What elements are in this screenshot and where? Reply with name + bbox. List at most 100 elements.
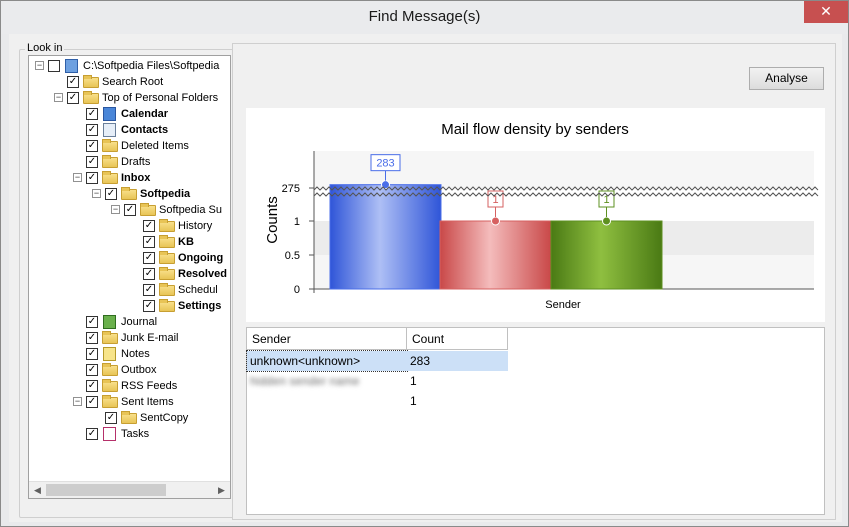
tree-item[interactable]: − ✓ Softpedia xyxy=(29,186,230,202)
title-bar: Find Message(s) ✕ xyxy=(1,1,848,34)
tree-item-checkbox[interactable]: ✓ xyxy=(67,92,79,104)
count-cell[interactable]: 283 xyxy=(407,351,508,371)
tree-item-checkbox[interactable]: ✓ xyxy=(143,268,155,280)
tree-item[interactable]: ✓ Tasks xyxy=(29,426,230,442)
scroll-right-icon[interactable]: ▶ xyxy=(213,482,230,498)
tree-item-checkbox[interactable]: ✓ xyxy=(143,252,155,264)
tree-item-label: Tasks xyxy=(121,428,150,440)
folder-tree[interactable]: ✓ Tasks ✓ SentCopy − ✓ Sent Items ✓ RSS Feeds ✓ Ou… xyxy=(28,55,231,499)
y-tick-label: 0 xyxy=(294,284,300,296)
tree-item-checkbox[interactable]: ✓ xyxy=(86,428,98,440)
tree-item[interactable]: − ✓ Sent Items xyxy=(29,394,230,410)
tree-item-checkbox[interactable]: ✓ xyxy=(143,236,155,248)
folder-icon xyxy=(159,283,175,296)
tree-item[interactable]: − C:\Softpedia Files\Softpedia xyxy=(29,58,230,74)
tree-item-checkbox[interactable]: ✓ xyxy=(86,396,98,408)
bar-point xyxy=(491,216,500,226)
tree-item[interactable]: ✓ Outbox xyxy=(29,362,230,378)
sender-cell[interactable] xyxy=(247,391,407,411)
tree-item[interactable]: ✓ Journal xyxy=(29,314,230,330)
tree-item-checkbox[interactable]: ✓ xyxy=(124,204,136,216)
tree-item[interactable]: ✓ Contacts xyxy=(29,122,230,138)
analyse-button[interactable]: Analyse xyxy=(749,67,824,90)
close-button[interactable]: ✕ xyxy=(804,1,848,23)
tree-item[interactable]: − ✓ Softpedia Su xyxy=(29,202,230,218)
table-row[interactable]: hidden sender name 1 xyxy=(247,371,508,391)
tree-item-label: Notes xyxy=(121,348,150,360)
tree-item[interactable]: ✓ Settings xyxy=(29,298,230,314)
tree-item-label: Top of Personal Folders xyxy=(102,92,219,104)
folder-icon xyxy=(102,139,118,152)
tree-item[interactable]: ✓ Deleted Items xyxy=(29,138,230,154)
tree-item[interactable]: − ✓ Inbox xyxy=(29,170,230,186)
chart-bar[interactable] xyxy=(550,220,663,290)
results-grid: Sender Count unknown<unknown> 283 hidden s… xyxy=(246,327,825,515)
tree-item-checkbox[interactable] xyxy=(48,60,60,72)
tree-item-label: Inbox xyxy=(121,172,151,184)
tree-item[interactable]: ✓ Search Root xyxy=(29,74,230,90)
folder-icon xyxy=(102,395,118,408)
table-row[interactable]: unknown<unknown> 283 xyxy=(246,350,508,372)
tree-item[interactable]: ✓ Notes xyxy=(29,346,230,362)
chart-bar[interactable] xyxy=(329,184,442,290)
tree-horizontal-scrollbar[interactable]: ◀ ▶ xyxy=(29,481,230,498)
tree-item-label: Junk E-mail xyxy=(121,332,179,344)
folder-icon xyxy=(102,171,118,184)
tree-item[interactable]: − ✓ Top of Personal Folders xyxy=(29,90,230,106)
collapse-icon[interactable]: − xyxy=(54,93,63,102)
tree-item[interactable]: ✓ Calendar xyxy=(29,106,230,122)
tree-item-checkbox[interactable]: ✓ xyxy=(86,316,98,328)
tree-item-checkbox[interactable]: ✓ xyxy=(105,412,117,424)
column-header-count[interactable]: Count xyxy=(407,328,508,350)
tree-item[interactable]: ✓ KB xyxy=(29,234,230,250)
tree-item[interactable]: ✓ Schedul xyxy=(29,282,230,298)
y-axis-label: Counts xyxy=(264,196,281,244)
analysis-panel: Analyse Mail flow density by senders Coun… xyxy=(232,43,836,520)
sender-cell[interactable]: hidden sender name xyxy=(247,371,407,391)
tree-item-checkbox[interactable]: ✓ xyxy=(86,124,98,136)
calendar-icon xyxy=(103,107,116,121)
tree-item-label: Settings xyxy=(178,300,222,312)
tree-item-checkbox[interactable]: ✓ xyxy=(143,300,155,312)
table-row[interactable]: 1 xyxy=(247,391,508,411)
tree-item-checkbox[interactable]: ✓ xyxy=(86,380,98,392)
folder-icon xyxy=(121,187,137,200)
tasks-icon xyxy=(103,427,116,441)
tree-item-label: Sent Items xyxy=(121,396,174,408)
tree-item[interactable]: ✓ Drafts xyxy=(29,154,230,170)
x-axis-label: Sender xyxy=(545,299,581,311)
tree-item-checkbox[interactable]: ✓ xyxy=(86,140,98,152)
collapse-icon[interactable]: − xyxy=(92,189,101,198)
collapse-icon[interactable]: − xyxy=(35,61,44,70)
count-cell[interactable]: 1 xyxy=(407,391,508,411)
tree-item-checkbox[interactable]: ✓ xyxy=(86,348,98,360)
tree-item[interactable]: ✓ History xyxy=(29,218,230,234)
tree-item[interactable]: ✓ Ongoing xyxy=(29,250,230,266)
tree-item-checkbox[interactable]: ✓ xyxy=(86,172,98,184)
tree-item-checkbox[interactable]: ✓ xyxy=(67,76,79,88)
tree-item-label: SentCopy xyxy=(140,412,189,424)
tree-item[interactable]: ✓ SentCopy xyxy=(29,410,230,426)
tree-item-checkbox[interactable]: ✓ xyxy=(86,156,98,168)
tree-item[interactable]: ✓ RSS Feeds xyxy=(29,378,230,394)
scrollbar-thumb[interactable] xyxy=(46,484,166,496)
tree-item[interactable]: ✓ Resolved xyxy=(29,266,230,282)
tree-item-checkbox[interactable]: ✓ xyxy=(143,220,155,232)
tree-item-checkbox[interactable]: ✓ xyxy=(86,332,98,344)
tree-item[interactable]: ✓ Junk E-mail xyxy=(29,330,230,346)
chart-bar[interactable] xyxy=(439,220,552,290)
tree-item-checkbox[interactable]: ✓ xyxy=(105,188,117,200)
tree-item-label: Search Root xyxy=(102,76,164,88)
collapse-icon[interactable]: − xyxy=(73,173,82,182)
tree-item-checkbox[interactable]: ✓ xyxy=(86,364,98,376)
tree-item-checkbox[interactable]: ✓ xyxy=(86,108,98,120)
column-header-sender[interactable]: Sender xyxy=(247,328,407,350)
sender-cell[interactable]: unknown<unknown> xyxy=(246,350,408,372)
collapse-icon[interactable]: − xyxy=(73,397,82,406)
tree-item-checkbox[interactable]: ✓ xyxy=(143,284,155,296)
count-cell[interactable]: 1 xyxy=(407,371,508,391)
chart-title: Mail flow density by senders xyxy=(441,121,629,138)
scroll-left-icon[interactable]: ◀ xyxy=(29,482,46,498)
collapse-icon[interactable]: − xyxy=(111,205,120,214)
tree-item-label: Contacts xyxy=(121,124,169,136)
